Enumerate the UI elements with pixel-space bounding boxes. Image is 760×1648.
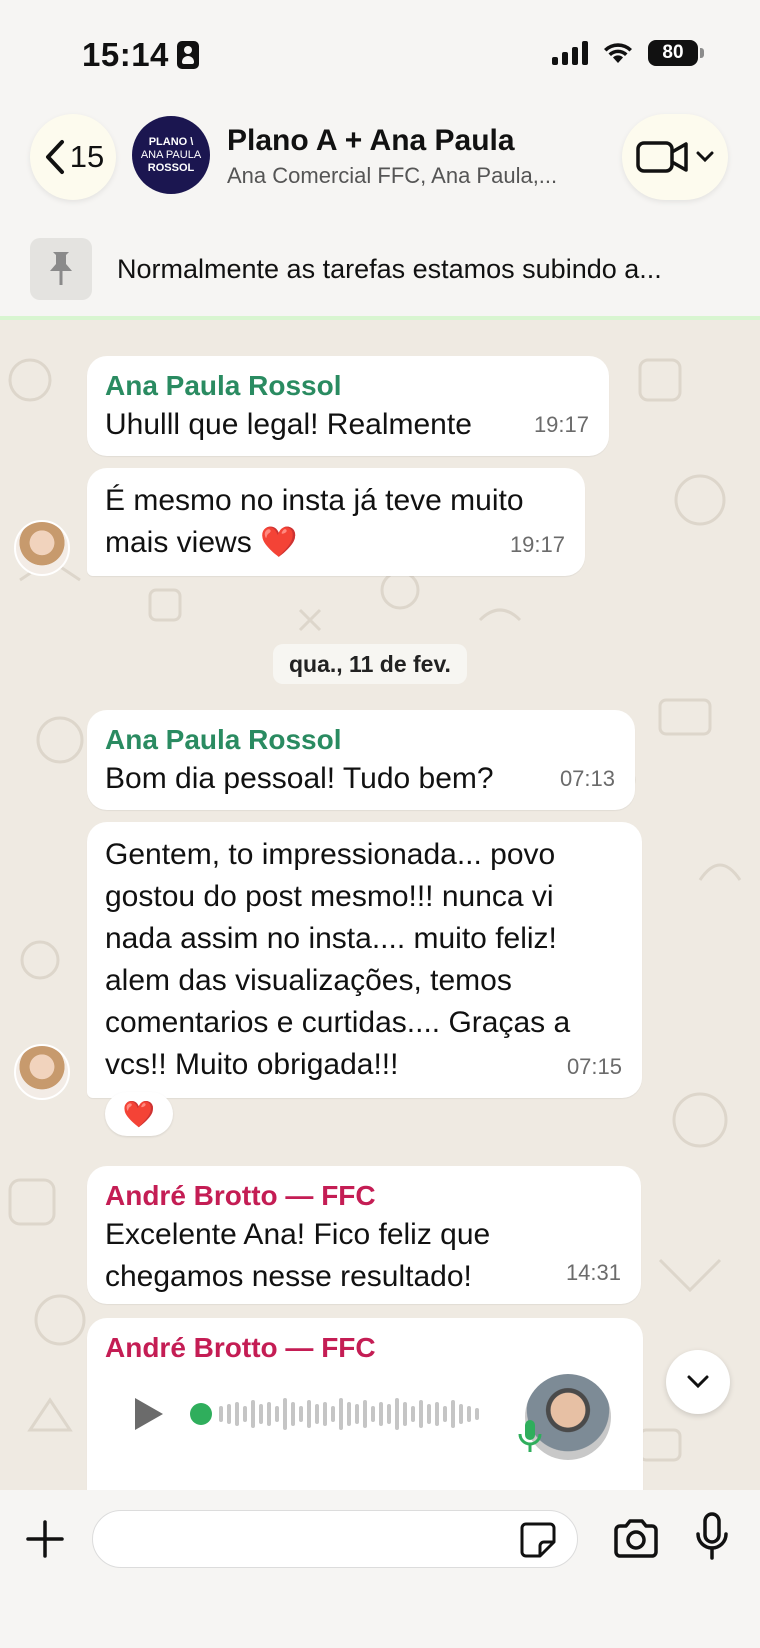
message-text-line: comentarios e curtidas.... Graças a	[105, 1006, 571, 1039]
message-list[interactable]: Ana Paula Rossol Uhulll que legal! Realm…	[0, 320, 760, 1490]
message-sender[interactable]: André Brotto — FFC	[105, 1178, 623, 1214]
message-bubble[interactable]: Ana Paula Rossol Bom dia pessoal! Tudo b…	[87, 710, 635, 810]
reaction-badge[interactable]: ❤️	[105, 1092, 173, 1136]
message-sender[interactable]: Ana Paula Rossol	[105, 722, 617, 758]
video-call-button[interactable]	[622, 114, 728, 200]
play-icon[interactable]	[127, 1394, 167, 1434]
message-sender[interactable]: André Brotto — FFC	[105, 1330, 625, 1366]
pinned-message-text: Normalmente as tarefas estamos subindo a…	[117, 254, 662, 284]
message-text-line: vcs!! Muito obrigada!!!	[105, 1048, 399, 1081]
message-text-line: alem das visualizações, temos	[105, 964, 512, 997]
video-camera-icon	[636, 141, 688, 173]
voice-waveform[interactable]	[189, 1394, 499, 1434]
voice-message-bubble[interactable]: André Brotto — FFC	[87, 1318, 643, 1490]
message-text-line: Gentem, to impressionada... povo	[105, 838, 556, 871]
message-time: 19:17	[509, 532, 565, 557]
status-time: 15:14	[82, 36, 169, 73]
message-text-line: gostou do post mesmo!!! nunca vi	[105, 880, 554, 913]
reaction-emoji: ❤️	[122, 1098, 156, 1129]
status-bar: 15:14 80	[0, 0, 760, 110]
message-text-line: Excelente Ana! Fico feliz que	[105, 1218, 491, 1251]
message-text: Uhulll que legal! Realmente	[105, 408, 472, 441]
message-text-line: chegamos nesse resultado!	[105, 1260, 472, 1293]
sender-avatar[interactable]	[14, 1044, 70, 1100]
message-sender[interactable]: Ana Paula Rossol	[105, 368, 591, 404]
message-text-line: mais views ❤️	[105, 526, 298, 559]
cellular-signal-icon	[552, 41, 588, 65]
message-bubble[interactable]: Gentem, to impressionada... povo gostou …	[87, 822, 642, 1098]
chevron-down-icon	[687, 1375, 709, 1389]
group-avatar[interactable]: PLANO \ ANA PAULA ROSSOL	[132, 116, 210, 194]
message-text-line: nada assim no insta.... muito feliz!	[105, 922, 557, 955]
message-text-line: É mesmo no insta já teve muito	[105, 484, 524, 517]
chat-participants[interactable]: Ana Comercial FFC, Ana Paula,...	[227, 163, 557, 189]
message-bubble[interactable]: André Brotto — FFC Excelente Ana! Fico f…	[87, 1166, 641, 1304]
message-composer	[0, 1490, 760, 1648]
avatar-line-2: ANA PAULA	[140, 148, 202, 161]
message-input[interactable]	[92, 1510, 578, 1568]
scroll-to-bottom-button[interactable]	[666, 1350, 730, 1414]
status-indicators: 80	[552, 40, 704, 66]
mic-icon	[518, 1420, 542, 1452]
chat-title[interactable]: Plano A + Ana Paula	[227, 124, 515, 158]
avatar-line-3: ROSSOL	[147, 161, 195, 174]
message-bubble[interactable]: Ana Paula Rossol Uhulll que legal! Realm…	[87, 356, 609, 456]
plus-icon[interactable]	[24, 1518, 66, 1560]
back-chevron-icon	[45, 140, 64, 174]
contact-card-icon	[176, 41, 199, 69]
sender-avatar[interactable]	[14, 520, 70, 576]
pin-icon	[30, 238, 92, 300]
back-button[interactable]: 15	[30, 114, 116, 200]
pinned-message-bar[interactable]: Normalmente as tarefas estamos subindo a…	[0, 228, 760, 320]
unread-count: 15	[69, 139, 105, 174]
chat-header: 15 PLANO \ ANA PAULA ROSSOL Plano A + An…	[0, 110, 760, 228]
camera-icon[interactable]	[612, 1518, 660, 1560]
message-bubble[interactable]: É mesmo no insta já teve muito mais view…	[87, 468, 585, 576]
wifi-icon	[604, 43, 632, 63]
avatar-line-1: PLANO \	[148, 135, 194, 148]
status-time-group: 15:14	[82, 36, 199, 74]
date-separator: qua., 11 de fev.	[273, 644, 467, 684]
message-time: 07:15	[566, 1054, 622, 1079]
message-time: 07:13	[559, 766, 615, 791]
message-text: Bom dia pessoal! Tudo bem?	[105, 762, 494, 795]
battery-indicator: 80	[648, 40, 704, 66]
mic-icon[interactable]	[695, 1512, 729, 1562]
chevron-down-icon	[696, 151, 714, 163]
sticker-icon[interactable]	[520, 1522, 556, 1558]
message-time: 14:31	[565, 1260, 621, 1285]
message-time: 19:17	[533, 412, 589, 437]
